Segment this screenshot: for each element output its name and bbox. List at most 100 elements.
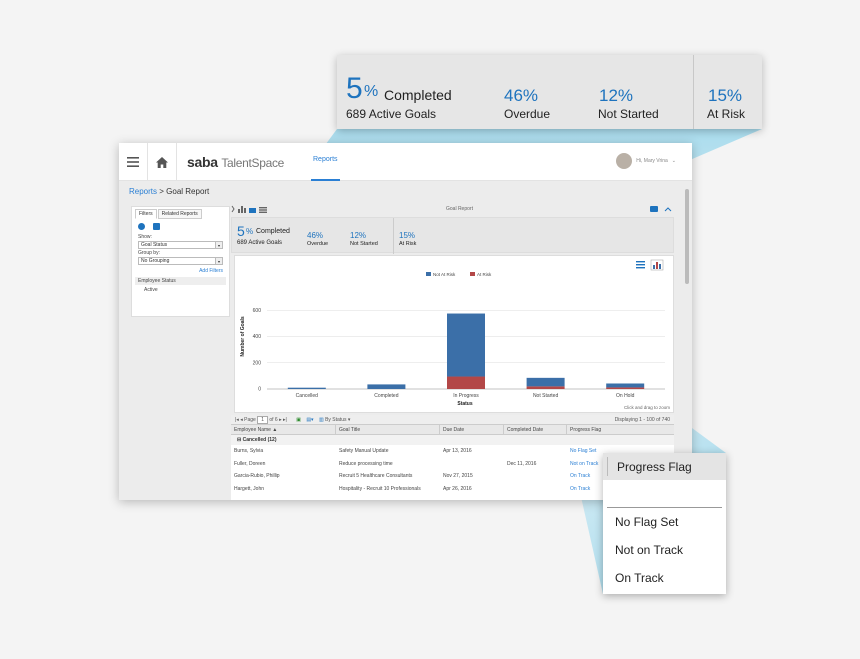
page-count: of 6: [269, 417, 278, 423]
menu-button[interactable]: [119, 143, 148, 181]
bar-not-at-risk: [367, 384, 406, 389]
reports-tab-label: Reports: [313, 156, 338, 163]
bar-not-at-risk: [287, 387, 326, 389]
show-label: Show:: [138, 234, 152, 240]
chevron-down-icon: ⌄: [671, 158, 676, 164]
next-page-icon[interactable]: ▸ ▸|: [279, 417, 287, 423]
y-tick-label: 200: [253, 360, 262, 366]
y-tick-label: 0: [258, 387, 261, 393]
first-page-icon[interactable]: |◂ ◂: [235, 417, 243, 423]
summary-overdue-value: 46%: [307, 231, 324, 240]
chart-type-icons[interactable]: [231, 205, 271, 213]
breadcrumb-separator: >: [157, 187, 167, 196]
chart-view-toggle[interactable]: [636, 259, 664, 271]
chevron-left-icon: [231, 205, 235, 213]
zoom-completed-label: Completed: [384, 87, 452, 103]
user-greeting: Hi, Mary Vrina: [636, 158, 668, 164]
col-goal-title[interactable]: Goal Title: [336, 425, 440, 434]
cell-goal: Recruit 5 Healthcare Consultants: [339, 473, 413, 479]
group-by-status[interactable]: By Status: [325, 417, 346, 423]
report-title: Goal Report: [446, 206, 473, 212]
zoom-not-started-label: Not Started: [598, 107, 659, 121]
show-select-value: Goal Status: [141, 242, 168, 248]
collapse-icon: [664, 207, 672, 212]
cell-goal: Safety Manual Update: [339, 448, 389, 454]
legend-swatch: [470, 272, 475, 276]
export-excel-icon[interactable]: ▣: [296, 417, 301, 423]
print-icon: [650, 206, 658, 212]
col-completed-date[interactable]: Completed Date: [504, 425, 567, 434]
option-not-on-track[interactable]: Not on Track: [615, 543, 683, 557]
employee-status-value[interactable]: Active: [144, 287, 217, 293]
cell-goal: Hospitality - Recruit 10 Professionals: [339, 485, 421, 492]
save-icon[interactable]: [153, 223, 160, 230]
avatar: [616, 153, 633, 169]
bar-chart-icon: [238, 209, 240, 213]
stacked-chart-icon: [249, 208, 256, 213]
group-by-select-value: No Grouping: [141, 258, 170, 264]
summary-at-risk-label: At Risk: [399, 241, 417, 247]
tab-filters[interactable]: Filters: [135, 209, 157, 219]
cell-completed: Dec 11, 2016: [507, 460, 537, 467]
tab-related-reports[interactable]: Related Reports: [157, 209, 202, 219]
logo-text: saba: [187, 154, 218, 170]
home-button[interactable]: [148, 143, 177, 181]
cell-employee: Hargett, John: [234, 485, 265, 492]
report-actions[interactable]: [650, 205, 672, 213]
zoom-at-risk-value: 15%: [708, 86, 743, 105]
logo-subtext: TalentSpace: [221, 156, 285, 170]
summary-divider: [393, 218, 394, 254]
option-no-flag-set[interactable]: No Flag Set: [615, 515, 678, 529]
page-input[interactable]: 1: [257, 416, 268, 424]
y-tick-label: 400: [253, 334, 262, 340]
summary-not-started-value: 12%: [350, 231, 367, 240]
progress-flag-header-label: Progress Flag: [617, 460, 692, 474]
summary-pct-sign: %: [246, 227, 254, 236]
group-row[interactable]: ⊟ Cancelled (12): [231, 435, 674, 445]
col-progress-flag[interactable]: Progress Flag: [567, 425, 674, 434]
bar-at-risk: [526, 386, 565, 389]
bar-not-at-risk: [526, 377, 565, 387]
col-due-date[interactable]: Due Date: [440, 425, 504, 434]
saba-logo[interactable]: saba TalentSpace: [187, 154, 284, 170]
show-select[interactable]: Goal Status ▾: [138, 241, 223, 249]
bar-not-at-risk: [447, 313, 485, 377]
summary-overdue-label: Overdue: [307, 241, 329, 247]
add-filters-link[interactable]: Add Filters: [138, 268, 223, 274]
list-view-icon: [636, 261, 645, 263]
breadcrumb: Reports > Goal Report: [129, 187, 209, 196]
summary-at-risk-value: 15%: [399, 231, 416, 240]
export-menu-icon[interactable]: ▤▾: [306, 417, 313, 423]
group-by-label: Group by:: [138, 250, 160, 256]
displaying-count: Displaying 1 - 100 of 740: [614, 417, 670, 423]
option-on-track[interactable]: On Track: [615, 571, 664, 585]
run-icon[interactable]: [138, 223, 145, 230]
y-axis-label: Number of Goals: [240, 316, 246, 357]
goal-status-chart[interactable]: 0 200 400 600 Number of Goals Status Not At Ri…: [234, 255, 674, 413]
summary-completed-label: Completed: [256, 228, 290, 235]
progress-flag-header[interactable]: Progress Flag: [603, 453, 726, 480]
tab-reports[interactable]: Reports: [311, 143, 340, 181]
page-title: Goal Report: [166, 187, 210, 196]
user-menu[interactable]: Hi, Mary Vrina ⌄: [616, 153, 676, 169]
zoom-at-risk-label: At Risk: [707, 107, 746, 121]
col-employee-name[interactable]: Employee Name ▲: [231, 425, 336, 434]
pager: |◂ ◂ Page 1 of 6 ▸ ▸| ▣ ▤▾ ▥ By Status ▾…: [231, 415, 674, 425]
columns-icon[interactable]: ▥: [319, 417, 324, 423]
table-header: Employee Name ▲ Goal Title Due Date Comp…: [231, 425, 674, 435]
group-by-select[interactable]: No Grouping ▾: [138, 257, 223, 265]
table-icon: [259, 207, 267, 209]
legend-swatch: [426, 272, 431, 276]
breadcrumb-reports-link[interactable]: Reports: [129, 187, 157, 196]
cell-completed: [504, 470, 567, 483]
summary-bar: 5 % Completed 689 Active Goals 46% Overd…: [231, 217, 674, 254]
cell-employee: Fuller, Doreen: [234, 460, 266, 467]
bar-at-risk: [606, 387, 645, 389]
chart-zoom-hint: Click and drag to zoom: [624, 405, 670, 410]
chevron-down-icon: ▾: [347, 417, 351, 423]
summary-active-goals: 689 Active Goals: [237, 240, 283, 246]
dropdown-divider: [607, 507, 722, 508]
zoom-summary-callout: 5 % Completed 689 Active Goals 46% Overd…: [337, 55, 762, 129]
chart-svg[interactable]: 0 200 400 600 Number of Goals Status Not At Ri…: [235, 256, 675, 414]
zoom-overdue-label: Overdue: [504, 107, 551, 121]
